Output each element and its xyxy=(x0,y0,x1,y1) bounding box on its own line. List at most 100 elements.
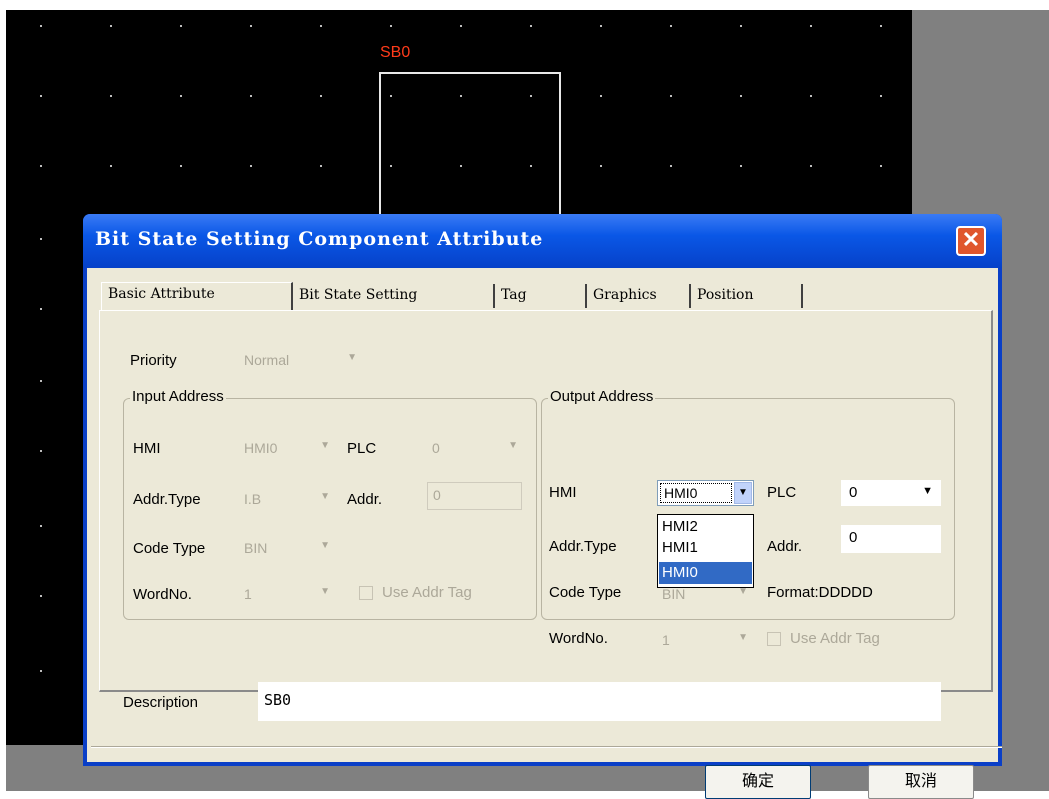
output-addr-type-label: Addr.Type xyxy=(549,538,617,555)
dialog-body: Basic Attribute Bit State Setting Tag Gr… xyxy=(87,268,1002,799)
dropdown-option-hmi2[interactable]: HMI2 xyxy=(659,516,752,538)
grid-dot xyxy=(40,95,42,97)
grid-dot xyxy=(390,25,392,27)
dropdown-option-hmi1[interactable]: HMI1 xyxy=(659,537,752,559)
input-use-addr-tag-checkbox[interactable] xyxy=(359,586,373,600)
output-plc-label: PLC xyxy=(767,484,797,501)
chevron-down-icon: ▼ xyxy=(320,586,330,597)
output-hmi-value: HMI0 xyxy=(660,483,732,503)
input-plc-value: 0 xyxy=(432,440,440,456)
input-wordno-select[interactable]: 1 ▼ xyxy=(239,582,334,606)
grid-dot xyxy=(740,165,742,167)
grid-dot xyxy=(320,95,322,97)
grid-dot xyxy=(740,95,742,97)
grid-dot xyxy=(810,25,812,27)
output-hmi-select[interactable]: HMI0 ▼ xyxy=(657,480,754,506)
grid-dot xyxy=(460,25,462,27)
description-field[interactable]: SB0 xyxy=(258,682,941,721)
grid-dot xyxy=(40,670,42,672)
grid-dot xyxy=(180,165,182,167)
component-label: SB0 xyxy=(380,44,411,61)
grid-dot xyxy=(250,165,252,167)
grid-dot xyxy=(670,165,672,167)
output-code-type-label: Code Type xyxy=(549,584,622,601)
chevron-down-icon[interactable]: ▼ xyxy=(734,482,752,504)
component-outline[interactable] xyxy=(379,72,561,218)
close-button[interactable]: ✕ xyxy=(956,226,986,256)
input-plc-select[interactable]: 0 ▼ xyxy=(427,436,522,460)
grid-dot xyxy=(600,95,602,97)
input-code-type-select[interactable]: BIN ▼ xyxy=(239,536,334,560)
input-hmi-label: HMI xyxy=(133,440,161,457)
output-hmi-label: HMI xyxy=(549,484,577,501)
tab-bit-state-setting[interactable]: Bit State Setting xyxy=(293,284,495,308)
tab-position[interactable]: Position xyxy=(691,284,803,308)
grid-dot xyxy=(740,25,742,27)
input-addr-label: Addr. xyxy=(347,491,383,508)
grid-dot xyxy=(600,25,602,27)
output-plc-value: 0 xyxy=(849,484,858,501)
dialog-title: Bit State Setting Component Attribute xyxy=(95,228,544,250)
priority-label: Priority xyxy=(130,352,177,369)
grid-dot xyxy=(530,25,532,27)
input-hmi-select[interactable]: HMI0 ▼ xyxy=(239,436,334,460)
grid-dot xyxy=(110,165,112,167)
tab-basic-attribute[interactable]: Basic Attribute xyxy=(101,282,293,310)
input-addr-value: 0 xyxy=(433,487,441,503)
output-addr-value: 0 xyxy=(849,529,858,546)
priority-select[interactable]: Normal ▼ xyxy=(239,348,361,372)
output-wordno-label: WordNo. xyxy=(549,630,608,647)
grid-dot xyxy=(810,165,812,167)
input-code-type-value: BIN xyxy=(244,540,268,556)
grid-dot xyxy=(40,165,42,167)
output-wordno-value: 1 xyxy=(662,632,670,648)
grid-dot xyxy=(670,25,672,27)
output-wordno-select[interactable]: 1 ▼ xyxy=(657,628,752,652)
tab-tag[interactable]: Tag xyxy=(495,284,587,308)
input-code-type-label: Code Type xyxy=(133,540,206,557)
output-addr-label: Addr. xyxy=(767,538,803,555)
grid-dot xyxy=(110,95,112,97)
grid-dot xyxy=(670,95,672,97)
grid-dot xyxy=(880,25,882,27)
grid-dot xyxy=(110,25,112,27)
output-format-label: Format:DDDDD xyxy=(767,584,873,601)
input-addr-type-select[interactable]: I.B ▼ xyxy=(239,487,334,511)
input-addr-type-value: I.B xyxy=(244,491,262,507)
output-hmi-dropdown-list: HMI2 HMI1 HMI0 xyxy=(657,514,754,588)
grid-dot xyxy=(40,238,42,240)
chevron-down-icon: ▼ xyxy=(320,491,330,502)
output-plc-select[interactable]: 0 ▼ xyxy=(841,480,941,506)
output-address-title: Output Address xyxy=(548,388,656,405)
input-use-addr-tag-label: Use Addr Tag xyxy=(382,584,472,601)
dialog-title-bar[interactable]: Bit State Setting Component Attribute ✕ xyxy=(83,214,1002,268)
grid-dot xyxy=(40,525,42,527)
ok-button[interactable]: 确定 xyxy=(705,765,811,799)
output-use-addr-tag-checkbox[interactable] xyxy=(767,632,781,646)
grid-dot xyxy=(320,25,322,27)
output-addr-field[interactable]: 0 xyxy=(841,525,941,553)
chevron-down-icon: ▼ xyxy=(508,440,518,451)
grid-dot xyxy=(250,25,252,27)
input-hmi-value: HMI0 xyxy=(244,440,278,456)
attribute-dialog: Bit State Setting Component Attribute ✕ … xyxy=(83,214,1002,799)
chevron-down-icon: ▼ xyxy=(347,352,357,363)
output-code-type-value: BIN xyxy=(662,586,686,602)
grid-dot xyxy=(40,595,42,597)
grid-dot xyxy=(180,95,182,97)
output-use-addr-tag-label: Use Addr Tag xyxy=(790,630,880,647)
input-address-title: Input Address xyxy=(130,388,226,405)
grid-dot xyxy=(880,165,882,167)
input-wordno-value: 1 xyxy=(244,586,252,602)
input-wordno-label: WordNo. xyxy=(133,586,192,603)
grid-dot xyxy=(320,165,322,167)
close-icon: ✕ xyxy=(961,227,981,252)
cancel-button[interactable]: 取消 xyxy=(868,765,974,799)
grid-dot xyxy=(810,95,812,97)
grid-dot xyxy=(40,380,42,382)
priority-value: Normal xyxy=(244,352,290,368)
footer-divider xyxy=(91,746,1002,748)
tab-graphics[interactable]: Graphics xyxy=(587,284,691,308)
input-addr-field[interactable]: 0 xyxy=(427,482,522,510)
dropdown-option-hmi0[interactable]: HMI0 xyxy=(659,562,752,584)
